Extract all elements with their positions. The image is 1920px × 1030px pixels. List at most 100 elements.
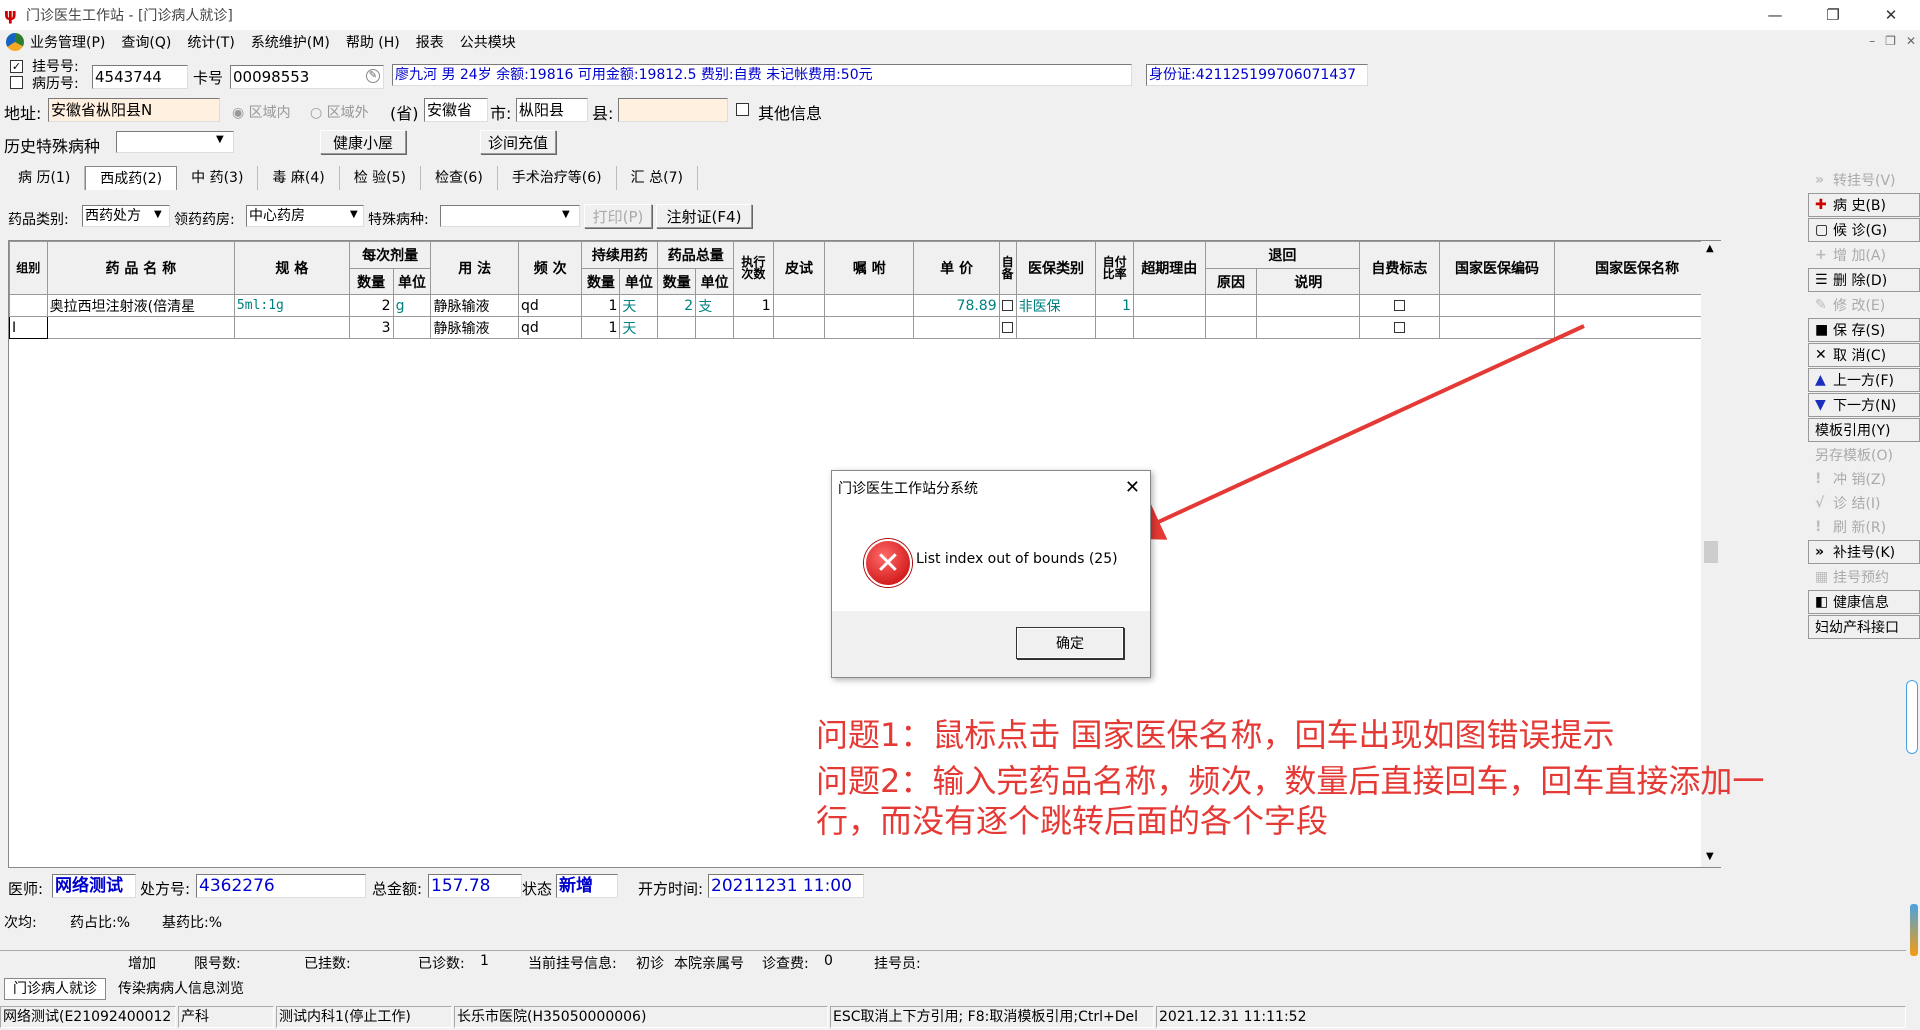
state-label: 状态 (522, 880, 553, 898)
right-button-label: 健康信息 (1833, 595, 1889, 611)
calendar-icon: ▦ (1815, 569, 1829, 585)
right-button-11[interactable]: 另存模板(O) (1808, 443, 1920, 467)
stat-registered-label: 已挂数: (304, 956, 351, 972)
stat-limit-label: 限号数: (194, 956, 241, 972)
status-dept: 产科 (178, 1006, 274, 1028)
right-button-label: 另存模板(O) (1815, 448, 1893, 464)
status-user: 网络测试(E21092400012 (0, 1006, 176, 1028)
rx-no-display: 4362276 (196, 874, 366, 898)
reverse-icon: ! (1815, 471, 1822, 487)
stat-first-visit: 初诊 (636, 956, 664, 972)
right-button-label: 妇幼产科接口 (1815, 620, 1899, 636)
right-button-label: 冲 销(Z) (1833, 472, 1886, 488)
right-button-label: 上一方(F) (1833, 373, 1894, 389)
right-button-label: 增 加(A) (1833, 248, 1886, 264)
add-icon: + (1815, 247, 1827, 263)
right-button-label: 取 消(C) (1833, 348, 1887, 364)
status-hospital: 长乐市医院(H35050000006) (454, 1006, 828, 1028)
right-button-0[interactable]: » 转挂号(V) (1808, 168, 1920, 192)
status-hint: ESC取消上下方引用; F8:取消模板引用;Ctrl+Del (830, 1006, 1154, 1028)
ok-button[interactable]: 确定 (1016, 627, 1124, 659)
tab-infectious[interactable]: 传染病病人信息浏览 (106, 978, 256, 1000)
right-button-13[interactable]: √ 诊 结(I) (1808, 491, 1920, 515)
right-toolbar: » 转挂号(V) ✚ 病 史(B) ▢ 候 诊(G) + 增 加(A) ☰ 删 除(D) ✎ 修 改(… (1808, 168, 1920, 640)
health-icon: ◧ (1815, 594, 1829, 610)
right-button-10[interactable]: 模板引用(Y) (1808, 418, 1920, 442)
time-display: 20211231 11:00 (708, 874, 864, 898)
dialog-footer: 确定 (832, 611, 1150, 677)
check-icon: √ (1815, 495, 1825, 511)
error-icon: ✕ (864, 539, 912, 587)
error-dialog: 门诊医生工作站分系统 ✕ ✕ List index out of bounds … (831, 470, 1151, 678)
right-button-9[interactable]: ▼ 下一方(N) (1808, 393, 1920, 417)
stat-current-label: 当前挂号信息: (528, 956, 617, 972)
right-button-15[interactable]: » 补挂号(K) (1808, 540, 1920, 564)
avg-label: 次均: (4, 915, 37, 931)
right-button-2[interactable]: ▢ 候 诊(G) (1808, 218, 1920, 242)
delete-icon: ☰ (1815, 272, 1828, 288)
right-button-label: 删 除(D) (1833, 273, 1888, 289)
right-button-12[interactable]: ! 冲 销(Z) (1808, 467, 1920, 491)
dialog-title: 门诊医生工作站分系统 (838, 481, 978, 497)
right-button-label: 模板引用(Y) (1815, 423, 1891, 439)
time-label: 开方时间: (638, 880, 704, 898)
total-display: 157.78 (428, 874, 522, 898)
side-scroll-handle[interactable] (1906, 680, 1918, 754)
right-button-8[interactable]: ▲ 上一方(F) (1808, 368, 1920, 392)
note-problem-1: 问题1：鼠标点击 国家医保名称，回车出现如图错误提示 (816, 716, 1615, 754)
plus-icon: ✚ (1815, 197, 1827, 213)
right-button-3[interactable]: + 增 加(A) (1808, 243, 1920, 267)
dialog-close-icon[interactable]: ✕ (1125, 477, 1140, 498)
right-button-17[interactable]: ◧ 健康信息 (1808, 590, 1920, 614)
double-chevron-icon: » (1815, 172, 1825, 188)
right-button-label: 转挂号(V) (1833, 173, 1896, 189)
right-button-label: 挂号预约 (1833, 570, 1889, 586)
drug-ratio-label: 药占比:% (70, 915, 131, 931)
right-button-7[interactable]: ✕ 取 消(C) (1808, 343, 1920, 367)
right-button-5[interactable]: ✎ 修 改(E) (1808, 293, 1920, 317)
save-icon: ■ (1815, 322, 1829, 338)
stat-fee-value: 0 (824, 953, 833, 969)
stat-relative: 本院亲属号 (674, 956, 744, 972)
stat-diagnosed-label: 已诊数: (418, 956, 465, 972)
right-button-label: 诊 结(I) (1833, 496, 1881, 512)
cancel-icon: ✕ (1815, 347, 1827, 363)
total-label: 总金额: (372, 880, 423, 898)
state-display: 新增 (556, 874, 618, 898)
right-button-label: 刷 新(R) (1833, 520, 1887, 536)
right-button-1[interactable]: ✚ 病 史(B) (1808, 193, 1920, 217)
rx-no-label: 处方号: (140, 880, 191, 898)
right-button-4[interactable]: ☰ 删 除(D) (1808, 268, 1920, 292)
right-button-label: 病 史(B) (1833, 198, 1886, 214)
bottom-tab-bar: 门诊病人就诊 传染病病人信息浏览 (4, 978, 256, 1000)
right-button-14[interactable]: ! 刷 新(R) (1808, 515, 1920, 539)
page-icon: ▢ (1815, 222, 1829, 238)
right-button-label: 保 存(S) (1833, 323, 1886, 339)
note-problem-2-cont: 行，而没有逐个跳转后面的各个字段 (816, 802, 1329, 840)
up-icon: ▲ (1815, 372, 1826, 388)
right-button-6[interactable]: ■ 保 存(S) (1808, 318, 1920, 342)
dialog-message: List index out of bounds (25) (916, 551, 1118, 567)
doctor-display: 网络测试 (52, 874, 136, 898)
status-time: 2021.12.31 11:11:52 (1156, 1006, 1906, 1028)
stat-add: 增加 (128, 956, 156, 972)
base-drug-ratio-label: 基药比:% (162, 915, 223, 931)
edit-icon: ✎ (1815, 297, 1827, 313)
status-clinic: 测试内科1(停止工作) (276, 1006, 452, 1028)
stat-diagnosed-value: 1 (480, 953, 489, 969)
refresh-icon: ! (1815, 519, 1822, 535)
right-button-label: 补挂号(K) (1833, 545, 1896, 561)
right-button-label: 下一方(N) (1833, 398, 1897, 414)
doctor-label: 医师: (8, 880, 44, 898)
double-chevron-icon: » (1815, 544, 1825, 560)
stat-registrar-label: 挂号员: (874, 956, 921, 972)
right-button-label: 候 诊(G) (1833, 223, 1888, 239)
right-button-label: 修 改(E) (1833, 298, 1886, 314)
side-scroll-handle-2[interactable] (1910, 904, 1918, 956)
tab-outpatient[interactable]: 门诊病人就诊 (4, 978, 106, 1000)
stat-fee-label: 诊查费: (762, 956, 809, 972)
right-button-16[interactable]: ▦ 挂号预约 (1808, 565, 1920, 589)
down-icon: ▼ (1815, 397, 1826, 413)
stat-bar: 增加 限号数: 已挂数: 已诊数: 1 当前挂号信息: 初诊 本院亲属号 诊查费… (0, 950, 1906, 972)
right-button-18[interactable]: 妇幼产科接口 (1808, 615, 1920, 639)
